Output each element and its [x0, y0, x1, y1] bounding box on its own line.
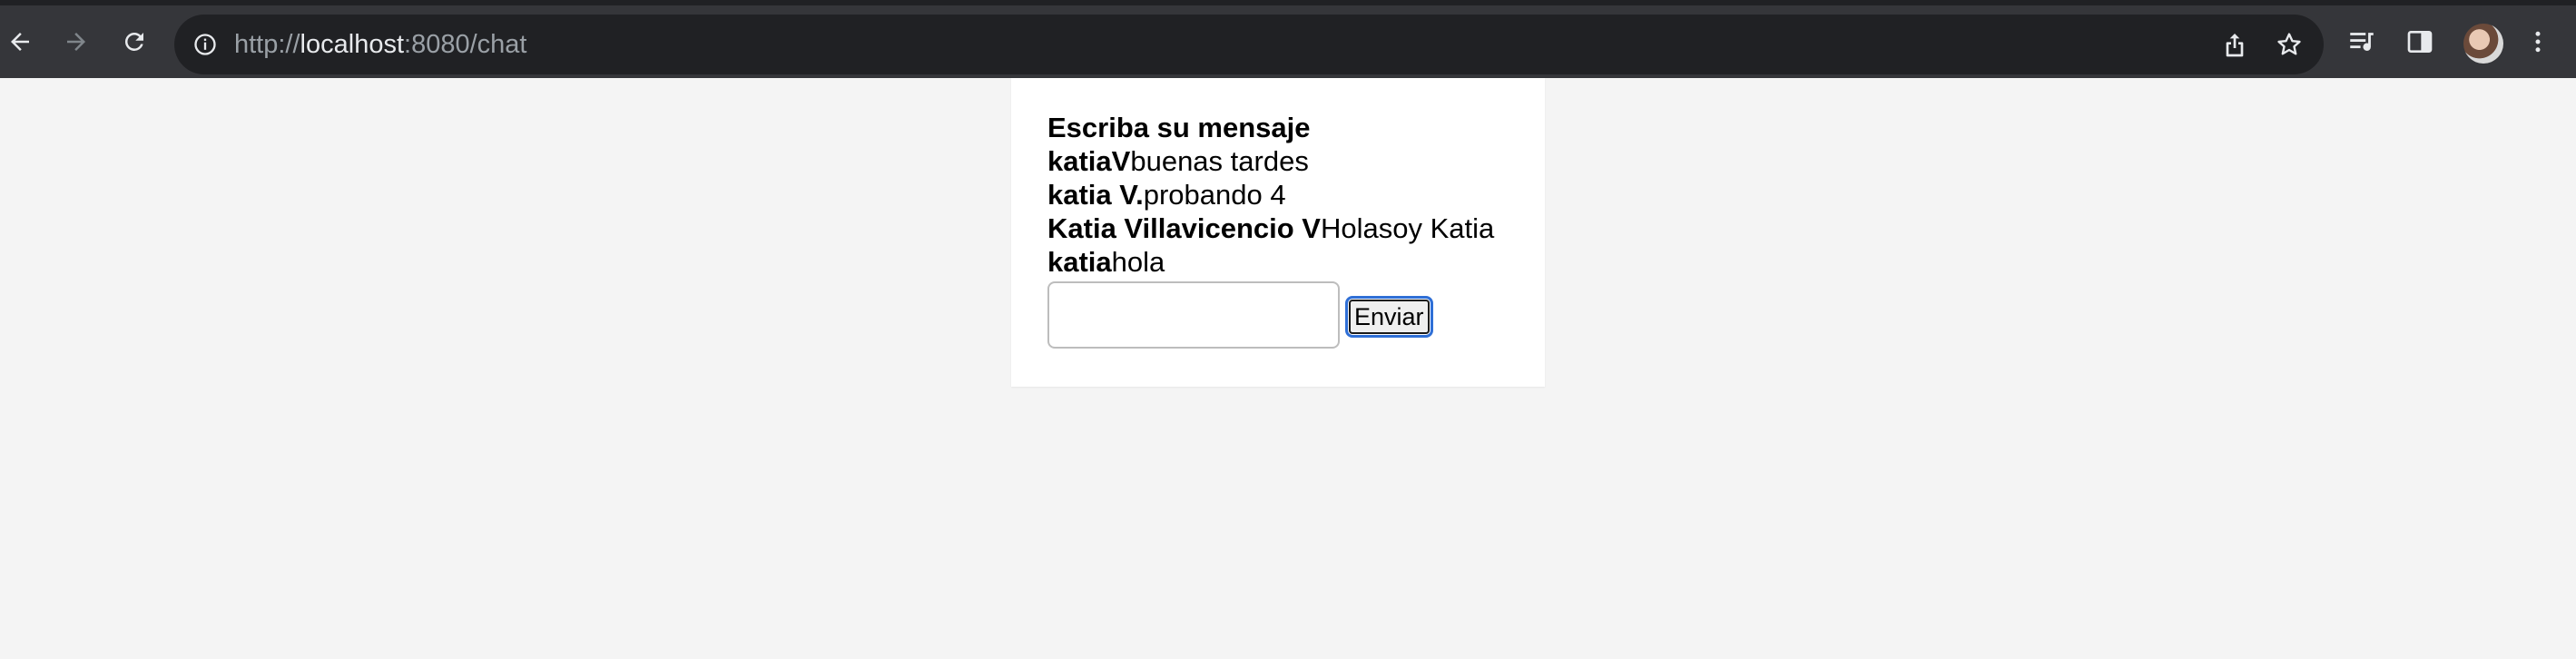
message-text: Holasoy Katia — [1320, 212, 1495, 244]
address-bar[interactable]: http://localhost:8080/chat — [174, 15, 2324, 74]
message-user: Katia Villavicencio V — [1047, 212, 1321, 244]
message-input[interactable] — [1047, 281, 1340, 349]
message-user: katiaV — [1047, 145, 1131, 177]
url-path: :8080/chat — [404, 30, 527, 59]
message-user: katia — [1047, 246, 1112, 278]
side-panel-icon[interactable] — [2402, 24, 2438, 60]
message-text: hola — [1111, 246, 1165, 278]
url-host: localhost — [300, 30, 405, 59]
chat-message: katiahola — [1047, 245, 1494, 279]
reload-button[interactable] — [114, 22, 154, 62]
message-text: buenas tardes — [1130, 145, 1309, 177]
forward-button[interactable] — [56, 22, 96, 62]
chat-title: Escriba su mensaje — [1047, 112, 1311, 143]
reload-icon — [121, 28, 148, 55]
send-button[interactable]: Enviar — [1345, 296, 1433, 338]
back-button[interactable] — [0, 22, 40, 62]
browser-toolbar: http://localhost:8080/chat — [0, 0, 2576, 78]
message-user: katia V. — [1047, 179, 1144, 211]
chat-content: Escriba su mensaje katiaVbuenas tardes k… — [1047, 111, 1494, 279]
back-arrow-icon — [6, 28, 34, 55]
url-text[interactable]: http://localhost:8080/chat — [234, 28, 526, 61]
chat-message: Katia Villavicencio VHolasoy Katia — [1047, 211, 1494, 245]
forward-arrow-icon — [63, 28, 90, 55]
media-playlist-icon[interactable] — [2344, 24, 2380, 60]
url-scheme: http:// — [234, 30, 300, 59]
info-icon[interactable] — [192, 32, 218, 57]
star-icon[interactable] — [2275, 30, 2304, 59]
chat-panel: Escriba su mensaje katiaVbuenas tardes k… — [1011, 78, 1545, 387]
share-icon[interactable] — [2220, 30, 2249, 59]
message-text: probando 4 — [1143, 179, 1286, 211]
chat-message: katiaVbuenas tardes — [1047, 144, 1494, 178]
chat-message: katia V.probando 4 — [1047, 178, 1494, 211]
profile-avatar[interactable] — [2463, 24, 2503, 64]
kebab-menu-icon[interactable] — [2520, 24, 2556, 60]
